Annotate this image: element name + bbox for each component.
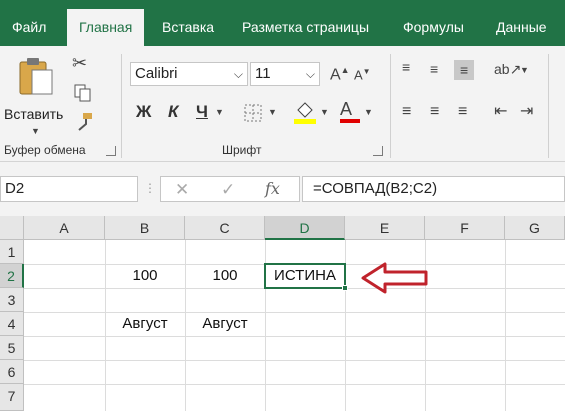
formula-buttons: ✕ ✓ fx <box>160 176 300 202</box>
more-options-icon[interactable]: ⋮ <box>144 182 156 194</box>
paste-button[interactable]: Вставить ▼ <box>4 54 66 138</box>
grow-font-icon[interactable]: A▲ <box>330 66 350 83</box>
row-header-7[interactable]: 7 <box>0 384 24 411</box>
gridline <box>24 336 565 337</box>
orientation-icon[interactable]: ab↗ <box>494 62 521 76</box>
cell-c4[interactable]: Август <box>185 312 265 336</box>
chevron-down-icon: ⌵ <box>233 67 243 81</box>
font-size-select[interactable]: 11 ⌵ <box>250 62 320 86</box>
copy-icon[interactable] <box>74 84 94 102</box>
row-header-6[interactable]: 6 <box>0 360 24 384</box>
column-header-d[interactable]: D <box>265 216 345 240</box>
gridline <box>505 240 506 411</box>
column-header-b[interactable]: B <box>105 216 185 240</box>
align-left-icon[interactable]: ≡ <box>402 104 411 120</box>
format-painter-icon[interactable] <box>74 112 94 132</box>
align-center-icon[interactable]: ≡ <box>430 104 439 120</box>
confirm-icon[interactable]: ✓ <box>221 181 235 198</box>
ribbon-tab-bar: Файл Главная Вставка Разметка страницы Ф… <box>0 0 565 46</box>
row-header-1[interactable]: 1 <box>0 240 24 264</box>
row-header-5[interactable]: 5 <box>0 336 24 360</box>
ribbon: Вставить ▼ ✂ Буфер обмена Calibri ⌵ 11 ⌵… <box>0 46 565 162</box>
clipboard-group-label: Буфер обмена <box>4 143 86 157</box>
formula-input[interactable]: =СОВПАД(B2;C2) <box>302 176 565 202</box>
font-name-select[interactable]: Calibri ⌵ <box>130 62 248 86</box>
cell-b2[interactable]: 100 <box>105 264 185 288</box>
tab-data[interactable]: Данные <box>496 9 547 46</box>
spreadsheet-grid: A B C D E F G 1 2 3 4 5 6 7 100 100 ИСТИ… <box>0 216 565 411</box>
column-header-c[interactable]: C <box>185 216 265 240</box>
chevron-down-icon[interactable]: ▼ <box>520 66 529 75</box>
row-header-2[interactable]: 2 <box>0 264 24 288</box>
fill-handle[interactable] <box>342 285 348 291</box>
arrow-annotation-icon <box>361 262 428 294</box>
align-top-icon[interactable]: ≡ <box>402 60 410 74</box>
chevron-down-icon[interactable]: ▼ <box>215 108 224 117</box>
increase-indent-icon[interactable]: ⇥ <box>520 104 533 120</box>
gridline <box>24 360 565 361</box>
tab-file[interactable]: Файл <box>12 9 46 46</box>
align-bottom-icon[interactable]: ≡ <box>454 60 475 80</box>
paste-label: Вставить <box>4 106 64 122</box>
column-header-f[interactable]: F <box>425 216 505 240</box>
tab-page-layout[interactable]: Разметка страницы <box>242 9 369 46</box>
font-dialog-launcher[interactable] <box>373 146 383 156</box>
chevron-down-icon: ▼ <box>31 126 40 136</box>
gridline <box>24 384 565 385</box>
scissors-icon[interactable]: ✂ <box>72 54 87 72</box>
clipboard-icon <box>19 58 53 95</box>
chevron-down-icon[interactable]: ▼ <box>268 108 277 117</box>
underline-button[interactable]: Ч <box>196 102 208 122</box>
chevron-down-icon: ⌵ <box>305 67 315 81</box>
bold-button[interactable]: Ж <box>136 102 151 122</box>
align-right-icon[interactable]: ≡ <box>458 104 467 120</box>
group-divider <box>390 54 391 158</box>
formula-value: =СОВПАД(B2;C2) <box>313 180 438 197</box>
clipboard-dialog-launcher[interactable] <box>106 146 116 156</box>
insert-function-button[interactable]: fx <box>265 181 280 197</box>
chevron-down-icon[interactable]: ▼ <box>320 108 329 117</box>
tab-formulas[interactable]: Формулы <box>403 9 464 46</box>
row-header-4[interactable]: 4 <box>0 312 24 336</box>
tab-insert[interactable]: Вставка <box>162 9 214 46</box>
column-header-g[interactable]: G <box>505 216 565 240</box>
select-all-corner[interactable] <box>0 216 24 240</box>
cancel-icon[interactable]: ✕ <box>175 181 189 198</box>
chevron-down-icon[interactable]: ▼ <box>364 108 373 117</box>
formula-bar: D2 ⋮ ✕ ✓ fx =СОВПАД(B2;C2) <box>0 162 565 216</box>
font-group-label: Шрифт <box>222 143 262 157</box>
borders-icon[interactable] <box>244 104 262 122</box>
cell-c2[interactable]: 100 <box>185 264 265 288</box>
group-divider <box>121 54 122 158</box>
group-divider <box>548 54 549 158</box>
font-name-value: Calibri <box>135 65 178 82</box>
fill-color-icon[interactable] <box>294 100 316 124</box>
shrink-font-icon[interactable]: A▼ <box>354 68 371 82</box>
font-color-icon[interactable]: A <box>340 100 360 123</box>
name-box-value: D2 <box>5 180 25 197</box>
font-size-value: 11 <box>255 65 271 82</box>
name-box[interactable]: D2 <box>0 176 138 202</box>
active-cell-border[interactable] <box>264 263 348 291</box>
italic-button[interactable]: К <box>168 102 178 122</box>
column-header-a[interactable]: A <box>24 216 105 240</box>
row-header-3[interactable]: 3 <box>0 288 24 312</box>
column-header-e[interactable]: E <box>345 216 425 240</box>
align-middle-icon[interactable]: ≡ <box>430 62 438 76</box>
cell-b4[interactable]: Август <box>105 312 185 336</box>
tab-home[interactable]: Главная <box>67 9 145 46</box>
decrease-indent-icon[interactable]: ⇤ <box>494 104 507 120</box>
